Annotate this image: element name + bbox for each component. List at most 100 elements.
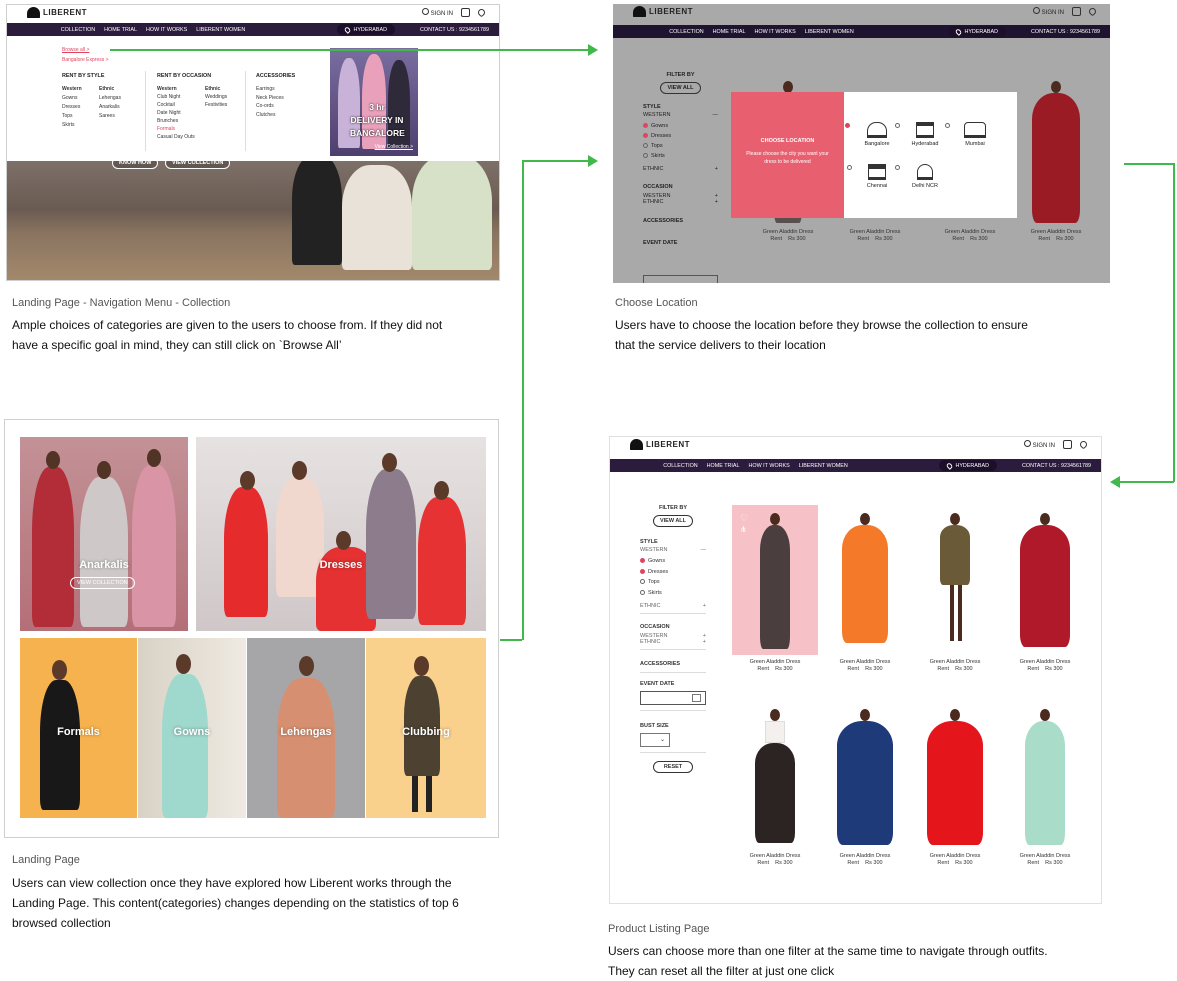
view-collection-button[interactable]: VIEW COLLECTION xyxy=(70,577,135,589)
menu-item[interactable]: Lehengas xyxy=(99,94,121,103)
product-card[interactable]: Green Aladdin Dress Rent Rs 300 xyxy=(1002,505,1088,680)
menu-item[interactable]: Co-ords xyxy=(256,102,284,111)
product-card[interactable]: Green Aladdin Dress Rent Rs 300 xyxy=(822,505,908,680)
filter-option-tops[interactable]: Tops xyxy=(640,577,706,588)
nav-collection[interactable]: COLLECTION xyxy=(61,27,95,33)
menu-item[interactable]: Date Night xyxy=(157,109,195,117)
nav-home-trial[interactable]: HOME TRIAL xyxy=(707,463,740,469)
product-name: Green Aladdin Dress xyxy=(839,659,891,665)
occ-ethnic-toggle[interactable]: ETHNIC + xyxy=(640,639,706,645)
share-icon[interactable]: ⋔ xyxy=(740,525,747,534)
bag-icon[interactable] xyxy=(461,8,470,17)
bust-size-select[interactable]: ⌄ xyxy=(640,733,670,747)
ethnic-toggle[interactable]: ETHNIC + xyxy=(643,166,718,172)
nav-how-it-works[interactable]: HOW IT WORKS xyxy=(755,29,796,35)
filter-option-skirts[interactable]: Skirts xyxy=(640,588,706,599)
city-selector[interactable]: HYDERABAD xyxy=(939,460,997,471)
radio-icon xyxy=(643,123,648,129)
heart-icon[interactable] xyxy=(476,7,487,18)
menu-item[interactable]: Weddings xyxy=(205,93,227,101)
city-bangalore[interactable]: Bangalore xyxy=(845,122,897,147)
category-tile-dresses[interactable]: Dresses xyxy=(196,437,486,631)
menu-item[interactable]: Sarees xyxy=(99,112,121,121)
heart-icon[interactable] xyxy=(1078,439,1089,450)
event-date-input[interactable] xyxy=(643,275,718,283)
western-toggle[interactable]: WESTERN — xyxy=(643,112,718,118)
view-all-button[interactable]: VIEW ALL xyxy=(660,82,701,94)
occ-ethnic-toggle[interactable]: ETHNIC + xyxy=(643,199,718,205)
menu-item-formals[interactable]: Formals xyxy=(157,125,195,133)
category-tile-gowns[interactable]: Gowns xyxy=(138,638,246,818)
filter-option-gowns[interactable]: Gowns xyxy=(640,556,706,567)
menu-item[interactable]: Neck Pieces xyxy=(256,94,284,103)
city-delhi-ncr[interactable]: Delhi NCR xyxy=(895,164,945,189)
filter-option-gowns[interactable]: Gowns xyxy=(643,121,718,131)
event-date-input[interactable] xyxy=(640,691,706,705)
product-card[interactable]: Green Aladdin Dress Rent Rs 300 xyxy=(1002,705,1088,875)
menu-item[interactable]: Anarkalis xyxy=(99,103,121,112)
nav-liberent-women[interactable]: LIBERENT WOMEN xyxy=(196,27,245,33)
menu-item[interactable]: Brunches xyxy=(157,117,195,125)
category-tile-clubbing[interactable]: Clubbing xyxy=(366,638,486,818)
promo-banner[interactable]: 3 hr DELIVERY IN BANGALORE View Collecti… xyxy=(330,48,418,156)
product-price: Rs 300 xyxy=(970,236,988,242)
category-tile-lehengas[interactable]: Lehengas xyxy=(247,638,365,818)
product-card[interactable]: Green Aladdin Dress Rent Rs 300 xyxy=(912,505,998,680)
filter-option-dresses[interactable]: Dresses xyxy=(643,131,718,141)
menu-item[interactable]: Earrings xyxy=(256,85,284,94)
nav-how-it-works[interactable]: HOW IT WORKS xyxy=(146,27,187,33)
product-card[interactable]: Green Aladdin Dress Rent Rs 300 xyxy=(732,705,818,875)
western-toggle[interactable]: WESTERN — xyxy=(640,547,706,553)
city-selector[interactable]: HYDERABAD xyxy=(948,26,1006,37)
menu-item[interactable]: Club Night xyxy=(157,93,195,101)
nav-home-trial[interactable]: HOME TRIAL xyxy=(104,27,137,33)
logo[interactable]: LIBERENT xyxy=(27,7,87,18)
menu-item[interactable]: Dresses xyxy=(62,103,82,112)
category-tile-anarkalis[interactable]: Anarkalis VIEW COLLECTION xyxy=(20,437,188,631)
wishlist-heart-icon[interactable]: ♡ xyxy=(740,513,748,524)
nav-collection[interactable]: COLLECTION xyxy=(663,463,697,469)
promo-link[interactable]: View Collection > xyxy=(375,144,413,150)
accessories-filter[interactable]: ACCESSORIES xyxy=(643,218,718,224)
city-selector[interactable]: HYDERABAD xyxy=(337,24,395,35)
calendar-icon[interactable] xyxy=(692,694,701,702)
filter-option-dresses[interactable]: Dresses xyxy=(640,567,706,578)
city-mumbai[interactable]: Mumbai xyxy=(945,122,995,147)
category-tile-formals[interactable]: Formals xyxy=(20,638,137,818)
product-card[interactable]: Green Aladdin Dress Rent Rs 300 xyxy=(1016,79,1096,249)
nav-collection[interactable]: COLLECTION xyxy=(669,29,703,35)
logo[interactable]: LIBERENT xyxy=(633,6,693,17)
city-hyderabad[interactable]: Hyderabad xyxy=(895,122,945,147)
accessories-filter[interactable]: ACCESSORIES xyxy=(640,661,706,667)
browse-all-link[interactable]: Browse all > xyxy=(62,47,89,53)
menu-item[interactable]: Clutches xyxy=(256,111,284,120)
sign-in-link[interactable]: SIGN IN xyxy=(1032,7,1064,16)
menu-item[interactable]: Gowns xyxy=(62,94,82,103)
reset-button[interactable]: RESET xyxy=(652,761,694,773)
heart-icon[interactable] xyxy=(1087,6,1098,17)
menu-item[interactable]: Tops xyxy=(62,112,82,121)
bangalore-express-link[interactable]: Bangalore Express > xyxy=(62,57,109,63)
logo[interactable]: LIBERENT xyxy=(630,439,690,450)
menu-item[interactable]: Casual Day Outs xyxy=(157,133,195,141)
menu-item[interactable]: Cocktail xyxy=(157,101,195,109)
category-label: Gowns xyxy=(173,726,211,738)
menu-item[interactable]: Festivities xyxy=(205,101,227,109)
menu-item[interactable]: Skirts xyxy=(62,121,82,130)
nav-how-it-works[interactable]: HOW IT WORKS xyxy=(749,463,790,469)
bag-icon[interactable] xyxy=(1063,440,1072,449)
product-card[interactable]: Green Aladdin Dress Rent Rs 300 xyxy=(912,705,998,875)
bag-icon[interactable] xyxy=(1072,7,1081,16)
ethnic-toggle[interactable]: ETHNIC + xyxy=(640,603,706,609)
product-card[interactable]: ♡ ⋔ Green Aladdin Dress Rent Rs 300 xyxy=(732,505,818,680)
filter-option-skirts[interactable]: Skirts xyxy=(643,151,718,161)
view-all-button[interactable]: VIEW ALL xyxy=(652,515,694,527)
filter-option-tops[interactable]: Tops xyxy=(643,141,718,151)
product-card[interactable]: Green Aladdin Dress Rent Rs 300 xyxy=(822,705,908,875)
nav-liberent-women[interactable]: LIBERENT WOMEN xyxy=(805,29,854,35)
sign-in-link[interactable]: SIGN IN xyxy=(421,8,453,17)
nav-liberent-women[interactable]: LIBERENT WOMEN xyxy=(799,463,848,469)
city-chennai[interactable]: Chennai xyxy=(847,164,897,189)
nav-home-trial[interactable]: HOME TRIAL xyxy=(713,29,746,35)
sign-in-link[interactable]: SIGN IN xyxy=(1023,440,1055,449)
